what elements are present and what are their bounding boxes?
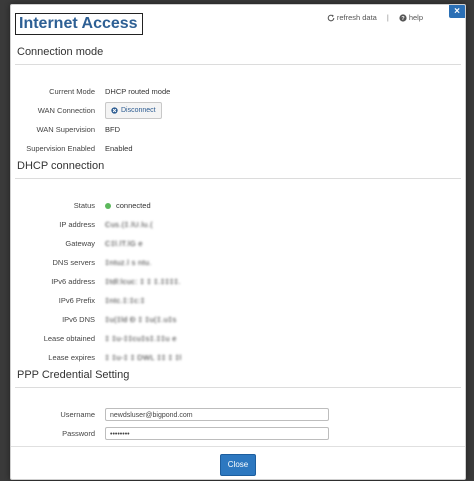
field-value: C‡l.lT.lG e	[105, 239, 143, 248]
wan-connection-row: WAN Connection Disconnect	[11, 102, 465, 119]
field-label: IPv6 address	[51, 277, 95, 286]
field-value: DHCP routed mode	[105, 87, 171, 96]
status-dot-icon	[105, 203, 111, 210]
status-value: connected	[105, 199, 151, 213]
field-value: ‡ ‡u-‡‡cu‡s‡.‡‡u e	[105, 334, 177, 343]
field-label: Current Mode	[49, 87, 95, 96]
ipv6-prefix-row: IPv6 Prefix ‡ntc.‡:‡c:‡	[11, 294, 465, 308]
help-label: help	[408, 13, 423, 22]
ip-address-row: IP address Cus.(‡.lU.lu.(	[11, 218, 465, 232]
field-label: Lease obtained	[43, 334, 95, 343]
refresh-data-link[interactable]: refresh data	[327, 13, 377, 22]
disconnect-label: Disconnect	[121, 107, 156, 114]
dns-servers-row: DNS servers ‡ntuz.l s ntu.	[11, 256, 465, 270]
field-label: Lease expires	[48, 353, 95, 362]
password-row: Password ••••••••	[11, 427, 465, 441]
field-label: IP address	[59, 220, 95, 229]
password-label: Password	[62, 429, 95, 438]
ipv6-address-row: IPv6 address ‡tdl:lcuc: ‡ ‡ ‡.‡‡‡‡.	[11, 275, 465, 289]
field-label: Supervision Enabled	[26, 144, 95, 153]
divider	[15, 387, 461, 388]
footer-divider	[11, 446, 465, 447]
current-mode-row: Current Mode DHCP routed mode	[11, 85, 465, 99]
dialog-title: Internet Access	[15, 13, 143, 35]
divider	[15, 178, 461, 179]
field-label: IPv6 Prefix	[58, 296, 95, 305]
refresh-data-label: refresh data	[336, 13, 377, 22]
wan-supervision-row: WAN Supervision BFD	[11, 123, 465, 137]
close-button[interactable]: Close	[220, 454, 256, 476]
field-label: WAN Connection	[37, 106, 95, 115]
dhcp-connection-heading: DHCP connection	[17, 160, 105, 172]
field-value: BFD	[105, 125, 120, 134]
username-input[interactable]: newdsluser@bigpond.com	[105, 408, 329, 421]
connection-mode-heading: Connection mode	[17, 46, 104, 58]
field-label: Gateway	[65, 239, 95, 248]
field-value: Cus.(‡.lU.lu.(	[105, 220, 153, 229]
password-input[interactable]: ••••••••	[105, 427, 329, 440]
field-label: IPv6 DNS	[62, 315, 95, 324]
help-link[interactable]: ? help	[399, 13, 423, 22]
field-label: WAN Supervision	[36, 125, 96, 134]
field-value: ‡tdl:lcuc: ‡ ‡ ‡.‡‡‡‡.	[105, 277, 181, 286]
lease-obtained-row: Lease obtained ‡ ‡u-‡‡cu‡s‡.‡‡u e	[11, 332, 465, 346]
disconnect-icon	[111, 107, 118, 114]
disconnect-button[interactable]: Disconnect	[105, 102, 162, 119]
ppp-credential-heading: PPP Credential Setting	[17, 369, 130, 381]
toolbar-divider: |	[386, 13, 389, 22]
ipv6-dns-row: IPv6 DNS ‡u(‡ld Ɖ ‡ ‡u(‡.u‡s	[11, 313, 465, 327]
field-value: ‡ntc.‡:‡c:‡	[105, 296, 145, 305]
field-value: Enabled	[105, 144, 133, 153]
gateway-row: Gateway C‡l.lT.lG e	[11, 237, 465, 251]
lease-expires-row: Lease expires ‡ ‡u-‡ ‡ DWL ‡‡ ‡ ‡l	[11, 351, 465, 365]
svg-text:?: ?	[401, 16, 405, 22]
supervision-enabled-row: Supervision Enabled Enabled	[11, 142, 465, 156]
close-icon[interactable]: ×	[449, 5, 465, 18]
username-label: Username	[60, 410, 95, 419]
question-icon: ?	[399, 13, 407, 22]
status-row: Status connected	[11, 199, 465, 213]
field-label: DNS servers	[52, 258, 95, 267]
field-value: ‡ ‡u-‡ ‡ DWL ‡‡ ‡ ‡l	[105, 353, 182, 362]
field-value: ‡ntuz.l s ntu.	[105, 258, 152, 267]
field-label: Status	[73, 201, 95, 210]
username-row: Username newdsluser@bigpond.com	[11, 408, 465, 422]
refresh-icon	[327, 14, 335, 21]
toolbar-links: refresh data | ? help	[327, 13, 423, 22]
divider	[15, 64, 461, 65]
internet-access-dialog: × Internet Access refresh data | ? help …	[10, 4, 466, 480]
field-value: ‡u(‡ld Ɖ ‡ ‡u(‡.u‡s	[105, 315, 177, 324]
status-text: connected	[116, 201, 151, 210]
